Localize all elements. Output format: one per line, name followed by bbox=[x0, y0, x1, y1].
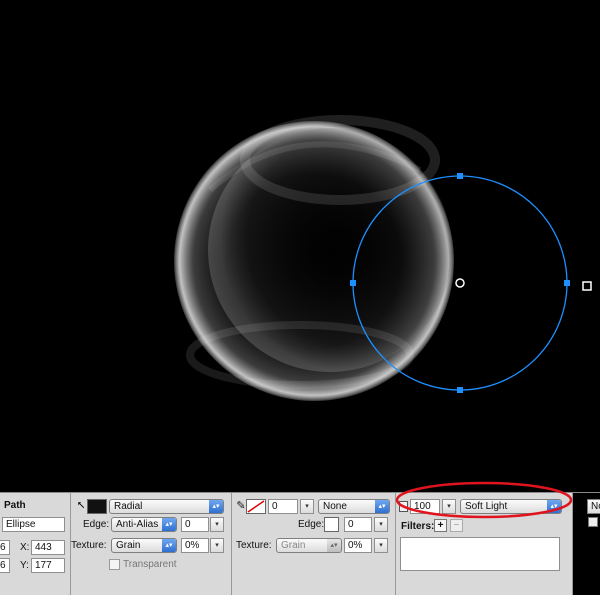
effects-section: 100 ▾ Soft Light ▴▾ Filters: + − bbox=[396, 493, 572, 595]
fill-type-select[interactable]: Radial ▴▾ bbox=[109, 499, 224, 514]
fill-texture-amount-dropdown[interactable]: ▾ bbox=[210, 538, 224, 553]
plus-icon[interactable]: + bbox=[434, 519, 447, 532]
width-field[interactable]: 6 bbox=[0, 540, 10, 555]
fill-texture-label: Texture: bbox=[71, 540, 107, 551]
object-type-label: Path bbox=[4, 500, 26, 511]
fill-bucket-icon[interactable]: ⭦ bbox=[75, 500, 87, 512]
stroke-edge-swatch[interactable] bbox=[324, 517, 339, 532]
y-label: Y: bbox=[20, 560, 29, 571]
opacity-icon bbox=[399, 501, 408, 512]
blend-mode-select[interactable]: Soft Light ▴▾ bbox=[460, 499, 562, 514]
gradient-center-handle[interactable] bbox=[455, 278, 465, 288]
anchor-point-right[interactable] bbox=[564, 280, 570, 286]
right-panel-button[interactable]: No bbox=[587, 499, 600, 514]
filters-label: Filters: bbox=[401, 521, 435, 532]
stroke-edge-amount-dropdown[interactable]: ▾ bbox=[374, 517, 388, 532]
fill-edge-amount-field[interactable]: 0 bbox=[181, 517, 209, 532]
stroke-section: ✎ 0 ▾ None ▴▾ Edge: 0 ▾ Texture: Grain ▴▾ … bbox=[232, 493, 395, 595]
canvas-artwork bbox=[174, 115, 592, 401]
stroke-texture-select[interactable]: Grain ▴▾ bbox=[276, 538, 342, 553]
transparent-label: Transparent bbox=[123, 559, 177, 570]
property-inspector: Path Ellipse 6 X: 443 6 Y: 177 ⭦ Radial ▴… bbox=[0, 492, 600, 595]
x-field[interactable]: 443 bbox=[31, 540, 65, 555]
minus-icon[interactable]: − bbox=[450, 519, 463, 532]
fill-edge-select[interactable]: Anti-Alias ▴▾ bbox=[111, 517, 177, 532]
stroke-edge-amount-field[interactable]: 0 bbox=[344, 517, 372, 532]
fill-color-swatch[interactable] bbox=[87, 499, 107, 514]
chevron-updown-icon: ▴▾ bbox=[209, 500, 223, 513]
stroke-texture-amount-dropdown[interactable]: ▾ bbox=[374, 538, 388, 553]
transparent-checkbox[interactable] bbox=[109, 559, 120, 570]
chevron-updown-icon: ▴▾ bbox=[327, 539, 341, 552]
fill-edge-amount-dropdown[interactable]: ▾ bbox=[210, 517, 224, 532]
gradient-end-handle[interactable] bbox=[582, 281, 592, 291]
anchor-point-bottom[interactable] bbox=[457, 387, 463, 393]
no-color-slash-icon bbox=[247, 500, 265, 513]
object-info-section: Path Ellipse 6 X: 443 6 Y: 177 bbox=[0, 493, 70, 595]
panel-option-icon[interactable] bbox=[588, 517, 598, 527]
chevron-updown-icon: ▴▾ bbox=[162, 539, 176, 552]
anchor-point-left[interactable] bbox=[350, 280, 356, 286]
fill-section: ⭦ Radial ▴▾ Edge: Anti-Alias ▴▾ 0 ▾ Textur… bbox=[71, 493, 231, 595]
anchor-point-top[interactable] bbox=[457, 173, 463, 179]
stroke-texture-amount-field[interactable]: 0% bbox=[344, 538, 372, 553]
chevron-updown-icon: ▴▾ bbox=[547, 500, 561, 513]
object-name-field[interactable]: Ellipse bbox=[2, 517, 65, 532]
chevron-updown-icon: ▴▾ bbox=[162, 518, 176, 531]
stroke-edge-label: Edge: bbox=[298, 519, 325, 530]
right-panel-edge: No bbox=[573, 493, 600, 595]
stroke-texture-label: Texture: bbox=[236, 540, 272, 551]
stroke-color-swatch[interactable] bbox=[246, 499, 266, 514]
opacity-dropdown[interactable]: ▾ bbox=[442, 499, 456, 514]
chevron-updown-icon: ▴▾ bbox=[375, 500, 389, 513]
height-field[interactable]: 6 bbox=[0, 558, 10, 573]
document-canvas[interactable] bbox=[0, 0, 600, 492]
stroke-type-select[interactable]: None ▴▾ bbox=[318, 499, 390, 514]
fill-texture-select[interactable]: Grain ▴▾ bbox=[111, 538, 177, 553]
x-label: X: bbox=[20, 542, 30, 553]
stroke-size-field[interactable]: 0 bbox=[268, 499, 298, 514]
opacity-field[interactable]: 100 bbox=[410, 499, 440, 514]
stroke-size-dropdown[interactable]: ▾ bbox=[300, 499, 314, 514]
y-field[interactable]: 177 bbox=[31, 558, 65, 573]
filters-list[interactable] bbox=[400, 537, 560, 571]
fill-texture-amount-field[interactable]: 0% bbox=[181, 538, 209, 553]
fill-edge-label: Edge: bbox=[83, 519, 110, 530]
